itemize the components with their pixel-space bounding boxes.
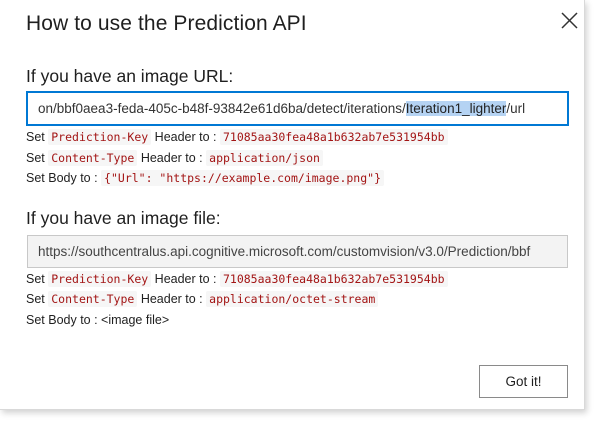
url-text-after: /url [506, 101, 526, 116]
body-value-code: {"Url": "https://example.com/image.png"} [101, 170, 384, 186]
url-body-line: Set Body to : {"Url": "https://example.c… [26, 169, 384, 187]
line-prefix: Set [26, 292, 49, 306]
prediction-api-dialog: How to use the Prediction API If you hav… [0, 0, 585, 410]
url-content-type-line: Set Content-Type Header to : application… [26, 149, 323, 167]
dialog-title: How to use the Prediction API [26, 12, 307, 35]
image-file-heading: If you have an image file: [26, 208, 221, 228]
url-text-before: on/bbf0aea3-feda-405c-b48f-93842e61d6ba/… [38, 101, 406, 116]
line-mid: Header to : [151, 130, 220, 144]
header-value-code: 71085aa30fea48a1b632ab7e531954bb [219, 129, 448, 145]
header-name-code: Prediction-Key [48, 271, 152, 287]
header-name-code: Content-Type [48, 150, 138, 166]
file-content-type-line: Set Content-Type Header to : application… [26, 290, 379, 308]
header-name-code: Prediction-Key [48, 129, 152, 145]
header-value-code: application/json [206, 150, 323, 166]
close-button[interactable] [556, 8, 582, 34]
header-value-code: 71085aa30fea48a1b632ab7e531954bb [219, 271, 448, 287]
line-prefix: Set [26, 151, 49, 165]
image-file-endpoint-field[interactable]: https://southcentralus.api.cognitive.mic… [27, 235, 568, 268]
file-body-line: Set Body to : <image file> [26, 313, 170, 327]
url-prediction-key-line: Set Prediction-Key Header to : 71085aa30… [26, 128, 448, 146]
image-url-heading: If you have an image URL: [26, 66, 234, 86]
got-it-button[interactable]: Got it! [479, 365, 568, 398]
file-prediction-key-line: Set Prediction-Key Header to : 71085aa30… [26, 270, 448, 288]
line-prefix: Set [26, 272, 49, 286]
header-name-code: Content-Type [48, 291, 138, 307]
header-value-code: application/octet-stream [206, 291, 379, 307]
image-url-endpoint-field[interactable]: on/bbf0aea3-feda-405c-b48f-93842e61d6ba/… [26, 91, 569, 126]
body-label: Set Body to : [26, 171, 102, 185]
line-prefix: Set [26, 130, 49, 144]
close-icon [561, 12, 578, 29]
line-mid: Header to : [151, 272, 220, 286]
url-selected-text: Iteration1_lighter [405, 101, 507, 116]
line-mid: Header to : [137, 292, 207, 306]
line-mid: Header to : [137, 151, 207, 165]
